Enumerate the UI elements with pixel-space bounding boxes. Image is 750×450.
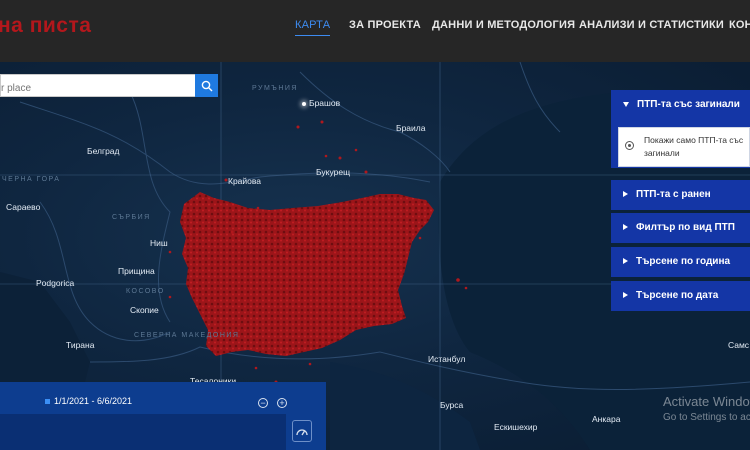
site-logo[interactable]: на писта [0,14,91,38]
show-fatal-only-option[interactable]: Покажи само ПТП-та със загинали [618,127,750,167]
region-label: ЧЕРНА ГОРА [2,176,61,183]
city-label: Белград [87,146,120,156]
time-slider-widget[interactable] [0,382,326,450]
chevron-right-icon [623,258,628,265]
chevron-right-icon [623,191,628,198]
chevron-right-icon [623,224,628,231]
panel-search-by-date[interactable]: Търсене по дата [611,281,750,311]
date-range-label: 1/1/2021 - 6/6/2021 [45,396,132,406]
panel-accident-type-filter[interactable]: Филтър по вид ПТП [611,213,750,243]
panel-label: ПТП-та с ранен [636,189,711,200]
legend-square-icon [45,399,50,405]
zoom-in-button[interactable]: + [277,398,287,408]
panel-search-by-year[interactable]: Търсене по година [611,247,750,277]
city-label: Самс [728,340,750,350]
city-label: Тирана [66,340,95,350]
playback-speed-button[interactable] [292,420,312,442]
city-label: Ниш [150,238,168,248]
city-label: Крайова [228,176,262,186]
search-button[interactable] [195,74,218,97]
panel-injury-accidents[interactable]: ПТП-та с ранен [611,180,750,210]
place-search-input[interactable] [0,74,196,97]
city-label: Брашов [302,98,340,108]
city-label: Ескишехир [494,422,538,432]
panel-label: ПТП-та със загинали [637,99,740,110]
city-label: Сараево [6,202,41,212]
city-label: Podgorica [36,278,75,288]
zoom-out-button[interactable]: − [258,398,268,408]
search-icon [201,80,212,91]
city-label: Анкара [592,414,621,424]
region-label: СЪРБИЯ [112,214,151,221]
gauge-icon [296,429,308,436]
region-label: СЕВЕРНА МАКЕДОНИЯ [134,332,240,339]
chevron-right-icon [623,292,628,299]
nav-about[interactable]: ЗА ПРОЕКТА [349,19,421,31]
chevron-down-icon [623,101,629,107]
city-label: Истанбул [428,354,466,364]
panel-fatal-accidents[interactable]: ПТП-та със загинали [611,90,750,120]
nav-analyses-statistics[interactable]: АНАЛИЗИ И СТАТИСТИКИ [579,19,724,31]
city-label: Букурещ [316,167,351,177]
region-label: РУМЪНИЯ [252,85,298,92]
radio-icon[interactable] [625,141,634,150]
nav-data-methodology[interactable]: ДАННИ И МЕТОДОЛОГИЯ [432,19,575,31]
panel-label: Търсене по година [636,256,731,267]
activation-watermark-subtitle: Go to Settings to activate Windows. [663,412,750,423]
city-label: Прищина [118,266,155,276]
nav-contacts[interactable]: КОН [729,19,750,31]
region-label: КОСОВО [126,288,165,295]
panel-label: Филтър по вид ПТП [636,222,735,233]
nav-map[interactable]: КАРТА [295,19,331,36]
option-label: Покажи само ПТП-та със загинали [644,135,744,158]
city-label: Скопие [130,305,159,315]
city-label: Браила [396,123,426,133]
activation-watermark-title: Activate Windows [663,394,750,409]
panel-label: Търсене по дата [636,290,719,301]
top-header: на писта КАРТА ЗА ПРОЕКТА ДАННИ И МЕТОДО… [0,0,750,62]
city-label: Бурса [440,400,464,410]
time-slider-track[interactable] [0,414,286,450]
